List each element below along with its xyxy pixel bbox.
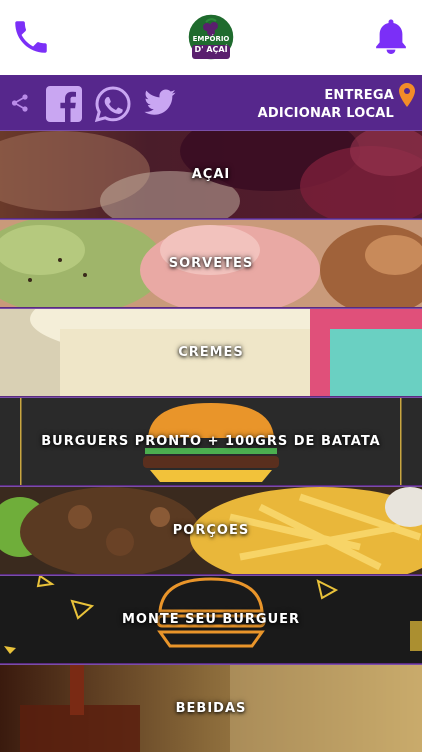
category-cremes[interactable]: CREMES [0,308,422,396]
category-list: AÇAI SORVETES CREMES BURGUERS PRONTO + 1… [0,130,422,752]
category-label: PORÇOES [172,523,250,538]
location-pin-icon[interactable] [398,82,416,108]
category-label: BURGUERS PRONTO + 100GRS DE BATATA [41,434,381,449]
category-label: MONTE SEU BURGUER [121,612,301,627]
category-label: BEBIDAS [175,701,247,716]
category-acai[interactable]: AÇAI [0,130,422,218]
bell-icon[interactable] [370,16,412,58]
category-label: CREMES [178,345,244,360]
category-sorvetes[interactable]: SORVETES [0,219,422,307]
logo-text-line1: EMPÓRIO [192,35,230,43]
logo-text-line2: D' AÇAÍ [194,45,228,54]
category-label: AÇAI [191,167,231,182]
category-label: SORVETES [168,256,254,271]
phone-icon[interactable] [10,16,52,58]
whatsapp-icon[interactable] [94,85,132,123]
add-location-label: ADICIONAR LOCAL [257,106,394,121]
category-monte-seu-burguer[interactable]: MONTE SEU BURGUER [0,575,422,663]
twitter-icon[interactable] [141,86,179,120]
facebook-icon[interactable] [46,86,82,122]
category-burguers-pronto[interactable]: BURGUERS PRONTO + 100GRS DE BATATA [0,397,422,485]
share-icon[interactable] [10,93,30,113]
category-bebidas[interactable]: BEBIDAS [0,664,422,752]
category-porcoes[interactable]: PORÇOES [0,486,422,574]
delivery-label: ENTREGA [324,88,394,103]
delivery-location[interactable]: ENTREGA ADICIONAR LOCAL [258,87,394,123]
